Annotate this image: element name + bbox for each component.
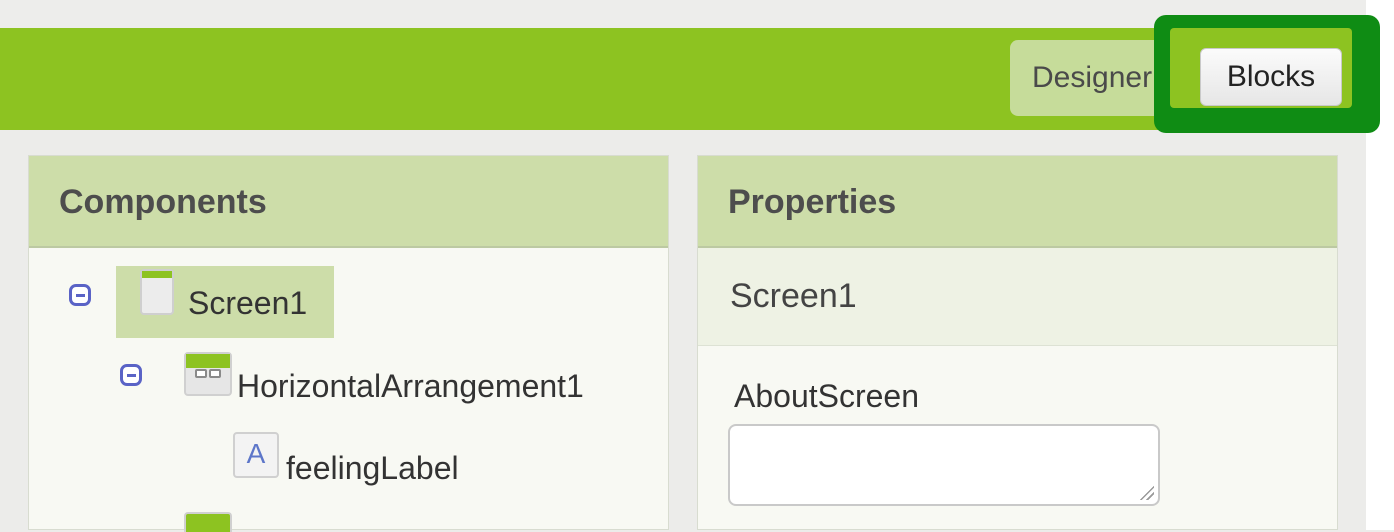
blocks-button[interactable]: Blocks (1200, 48, 1342, 106)
resize-grip-icon[interactable] (1138, 484, 1154, 500)
properties-title: Properties (698, 156, 1337, 248)
components-title: Components (29, 156, 668, 248)
horizontal-arrangement-icon (184, 512, 232, 532)
tree-item-horizontalarrangement1[interactable]: HorizontalArrangement1 (237, 368, 584, 405)
tree-item-feelinglabel[interactable]: feelingLabel (286, 450, 459, 487)
screen-icon (140, 269, 174, 315)
properties-panel: Properties Screen1 AboutScreen (697, 155, 1338, 530)
tree-item-label: Screen1 (188, 285, 308, 321)
collapse-icon[interactable] (120, 364, 142, 386)
selected-component-name: Screen1 (698, 248, 1337, 346)
horizontal-arrangement-icon (184, 352, 232, 396)
about-screen-label: AboutScreen (734, 378, 920, 414)
tree-item-screen1[interactable]: Screen1 (116, 266, 334, 338)
collapse-icon[interactable] (69, 284, 91, 306)
about-screen-textarea[interactable] (728, 424, 1160, 506)
label-icon: A (233, 432, 279, 478)
components-panel: Components Screen1 HorizontalArrangement… (28, 155, 669, 532)
